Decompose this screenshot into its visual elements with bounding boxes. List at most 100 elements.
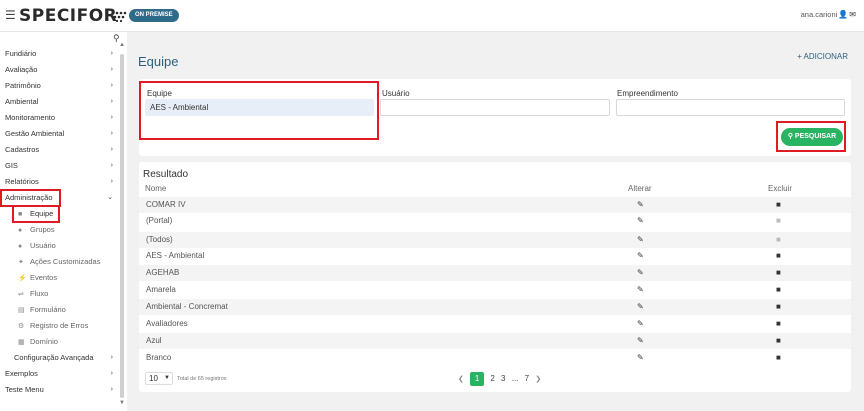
add-button[interactable]: + ADICIONAR [797,52,848,62]
sidebar-item-ambiental[interactable]: Ambiental › [5,95,113,109]
mail-icon[interactable]: ✉ [849,10,856,19]
table-row[interactable]: COMAR IV ✎ ■ [139,197,851,213]
edit-icon[interactable]: ✎ [637,232,644,248]
trash-icon[interactable]: ■ [776,316,781,332]
edit-icon[interactable]: ✎ [637,265,644,281]
form-icon: ▤ [18,307,25,314]
submenu-item-label: Usuário [30,241,56,250]
sidebar-item-label: Relatórios [5,177,39,186]
sidebar-item-configuracao-avancada[interactable]: Configuração Avançada › [14,351,113,365]
sidebar-item-exemplos[interactable]: Exemplos › [5,367,113,381]
trash-icon[interactable]: ■ [776,197,781,213]
submenu-item-formulario[interactable]: ▤ Formulário [18,303,66,317]
edit-icon[interactable]: ✎ [637,333,644,349]
submenu-item-registro-erros[interactable]: ⚙ Registro de Erros [18,319,88,333]
page-2[interactable]: 2 [490,372,494,386]
bug-icon: ⚙ [18,323,25,330]
pagination: ❮ 1 2 3 ... 7 ❯ [458,372,545,386]
chevron-right-icon: › [110,178,113,185]
row-name: AES - Ambiental [146,251,205,260]
row-name: (Portal) [146,216,173,225]
chevron-right-icon: › [110,162,113,169]
sidebar-item-label: GIS [5,161,18,170]
submenu-item-label: Ações Customizadas [30,257,101,266]
sidebar-item-label: Monitoramento [5,113,56,122]
submenu-item-fluxo[interactable]: ⇌ Fluxo [18,287,48,301]
page-title: Equipe [138,54,179,69]
scroll-down-icon[interactable]: ▼ [119,400,125,406]
table-row[interactable]: AGEHAB ✎ ■ [139,265,851,281]
table-row[interactable]: Branco ✎ ■ [139,350,851,366]
trash-icon[interactable]: ■ [776,333,781,349]
edit-icon[interactable]: ✎ [637,248,644,264]
table-row[interactable]: (Portal) ✎ ■ [139,213,851,229]
sidebar-item-label: Exemplos [5,369,38,378]
submenu-item-eventos[interactable]: ⚡ Eventos [18,271,57,285]
chevron-right-icon: › [110,370,113,377]
edit-icon[interactable]: ✎ [637,299,644,315]
sidebar-item-cadastros[interactable]: Cadastros › [5,143,113,157]
prev-page-icon[interactable]: ❮ [458,373,464,387]
flow-icon: ⇌ [18,291,24,298]
sidebar-scrollbar[interactable]: ▲ ▼ [119,42,125,406]
table-row[interactable]: Avaliadores ✎ ■ [139,316,851,332]
sidebar-item-gestao-ambiental[interactable]: Gestão Ambiental › [5,127,113,141]
sidebar-item-relatorios[interactable]: Relatórios › [5,175,113,189]
sidebar-item-fundiario[interactable]: Fundiário › [5,47,113,61]
user-menu[interactable]: ana.carioni👤✉ [801,10,856,20]
user-icon[interactable]: 👤 [838,10,848,19]
page-7[interactable]: 7 [525,372,529,386]
row-name: Avaliadores [146,319,188,328]
usuario-input[interactable] [380,99,610,116]
row-name: (Todos) [146,235,173,244]
submenu-item-label: Registro de Erros [30,321,89,330]
submenu-item-dominio[interactable]: ▦ Domínio [18,335,58,349]
sidebar-item-label: Cadastros [5,145,40,154]
table-row[interactable]: Azul ✎ ■ [139,333,851,349]
page-size-select[interactable]: 10 ▼ [145,372,173,385]
edit-icon[interactable]: ✎ [637,350,644,366]
row-name: AGEHAB [146,268,180,277]
empreendimento-input[interactable] [616,99,845,116]
trash-icon[interactable]: ■ [776,299,781,315]
user-icon: ● [18,243,23,250]
table-row[interactable]: Amarela ✎ ■ [139,282,851,298]
trash-icon[interactable]: ■ [776,265,781,281]
edit-icon[interactable]: ✎ [637,213,644,229]
table-row[interactable]: (Todos) ✎ ■ [139,232,851,248]
edit-icon[interactable]: ✎ [637,316,644,332]
trash-icon[interactable]: ■ [776,350,781,366]
scrollbar-thumb[interactable] [120,54,124,398]
sidebar-item-avaliacao[interactable]: Avaliação › [5,63,113,77]
sidebar-item-label: Teste Menu [5,385,44,394]
submenu-item-usuario[interactable]: ● Usuário [18,239,56,253]
submenu-item-acoes-customizadas[interactable]: ✦ Ações Customizadas [18,255,100,269]
sidebar-item-gis[interactable]: GIS › [5,159,113,173]
sidebar-item-label: Avaliação [5,65,38,74]
edit-icon[interactable]: ✎ [637,282,644,298]
chevron-right-icon: › [110,50,113,57]
sidebar-item-monitoramento[interactable]: Monitoramento › [5,111,113,125]
hamburger-menu-icon[interactable]: ☰ [5,9,16,21]
row-name: Ambiental - Concremat [146,302,228,311]
sidebar-item-teste-menu[interactable]: Teste Menu › [5,383,113,397]
trash-icon[interactable]: ■ [776,282,781,298]
trash-icon[interactable]: ■ [776,248,781,264]
bolt-icon: ⚡ [18,275,27,282]
brand-logo[interactable]: SPECIFOR [19,6,117,26]
edit-icon[interactable]: ✎ [637,197,644,213]
page-1[interactable]: 1 [470,372,485,386]
submenu-item-grupos[interactable]: ● Grupos [18,223,55,237]
row-name: Branco [146,353,172,362]
sidebar-item-patrimonio[interactable]: Patrimônio › [5,79,113,93]
table-row[interactable]: AES - Ambiental ✎ ■ [139,248,851,264]
chevron-right-icon: › [110,82,113,89]
table-row[interactable]: Ambiental - Concremat ✎ ■ [139,299,851,315]
page-3[interactable]: 3 [501,372,505,386]
next-page-icon[interactable]: ❯ [535,373,541,387]
scroll-up-icon[interactable]: ▲ [119,42,125,48]
column-header-name[interactable]: Nome [145,184,166,194]
chevron-right-icon: › [110,114,113,121]
custom-actions-icon: ✦ [18,259,24,266]
sidebar-item-label: Ambiental [5,97,39,106]
